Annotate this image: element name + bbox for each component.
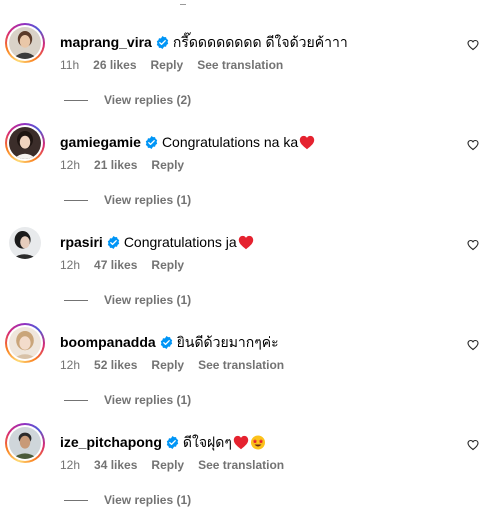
verified-badge-icon (166, 435, 179, 449)
avatar-image (9, 27, 41, 59)
comment-text: Congratulations na ka (161, 134, 299, 150)
avatar[interactable] (5, 23, 45, 63)
comment-time: 12h (60, 158, 81, 172)
like-heart-icon[interactable] (467, 239, 479, 251)
likes-count[interactable]: 47 likes (94, 258, 137, 272)
see-translation-link[interactable]: See translation (198, 358, 284, 372)
comment-item: boompanadda ยินดีด้วยมากๆค่ะ 12h 52 likes Re… (0, 305, 485, 407)
avatar-image (9, 127, 41, 159)
username-link[interactable]: maprang_vira (60, 33, 152, 51)
comment-time: 12h (60, 458, 81, 472)
reply-button[interactable]: Reply (151, 258, 184, 272)
username-link[interactable]: ize_pitchapong (60, 433, 162, 451)
comment-meta: 12h 47 likes Reply (60, 258, 198, 272)
likes-count[interactable]: 21 likes (94, 158, 137, 172)
avatar[interactable] (5, 423, 45, 463)
red-heart-emoji (299, 135, 315, 150)
view-replies-button[interactable]: View replies (1) (64, 493, 191, 507)
avatar-image (9, 427, 41, 459)
replies-divider (64, 399, 88, 401)
replies-divider (64, 99, 88, 101)
like-heart-icon[interactable] (467, 339, 479, 351)
comment-time: 11h (60, 58, 80, 72)
username-link[interactable]: rpasiri (60, 233, 103, 251)
comment-item: maprang_vira กรี๊ดดดดดดดด ดีใจด้วยค้าาา 11… (0, 5, 485, 107)
comment-text: ดีใจฝุดๆ (182, 434, 232, 450)
verified-badge-icon (107, 235, 120, 249)
replies-divider (64, 199, 88, 201)
comment-item: rpasiri Congratulations ja 12h 47 likes Repl… (0, 205, 485, 307)
avatar-image (9, 327, 41, 359)
reply-button[interactable]: Reply (151, 158, 184, 172)
comment-meta: 11h 26 likes Reply See translation (60, 58, 297, 72)
username-link[interactable]: boompanadda (60, 333, 156, 351)
avatar[interactable] (5, 323, 45, 363)
see-translation-link[interactable]: See translation (198, 458, 284, 472)
reply-button[interactable]: Reply (151, 58, 184, 72)
like-heart-icon[interactable] (467, 39, 479, 51)
comment-time: 12h (60, 258, 81, 272)
likes-count[interactable]: 26 likes (93, 58, 136, 72)
comment-time: 12h (60, 358, 81, 372)
like-heart-icon[interactable] (467, 439, 479, 451)
comment-body: gamiegamie Congratulations na ka (60, 133, 315, 151)
comment-body: rpasiri Congratulations ja (60, 233, 254, 251)
verified-badge-icon (145, 135, 158, 149)
avatar[interactable] (5, 223, 45, 263)
red-heart-emoji (238, 235, 254, 250)
view-replies-label: View replies (1) (104, 493, 192, 507)
comment-body: boompanadda ยินดีด้วยมากๆค่ะ (60, 333, 279, 351)
likes-count[interactable]: 34 likes (94, 458, 137, 472)
comment-text: ยินดีด้วยมากๆค่ะ (176, 334, 279, 350)
comment-meta: 12h 21 likes Reply (60, 158, 198, 172)
comment-body: maprang_vira กรี๊ดดดดดดดด ดีใจด้วยค้าาา (60, 33, 348, 51)
see-translation-link[interactable]: See translation (197, 58, 283, 72)
comment-item: ize_pitchapong ดีใจฝุดๆ 12h 34 likes Reply Se… (0, 405, 485, 507)
avatar[interactable] (5, 123, 45, 163)
comment-text: Congratulations ja (123, 234, 237, 250)
reply-button[interactable]: Reply (151, 358, 184, 372)
username-link[interactable]: gamiegamie (60, 133, 141, 151)
star-struck-face-emoji (250, 435, 266, 450)
comment-meta: 12h 52 likes Reply See translation (60, 358, 298, 372)
comment-meta: 12h 34 likes Reply See translation (60, 458, 298, 472)
replies-divider (64, 499, 88, 501)
reply-button[interactable]: Reply (151, 458, 184, 472)
replies-divider (64, 299, 88, 301)
red-heart-emoji (233, 435, 249, 450)
comment-body: ize_pitchapong ดีใจฝุดๆ (60, 433, 266, 451)
verified-badge-icon (156, 35, 169, 49)
like-heart-icon[interactable] (467, 139, 479, 151)
comment-item: gamiegamie Congratulations na ka 12h 21 lik… (0, 105, 485, 207)
likes-count[interactable]: 52 likes (94, 358, 137, 372)
verified-badge-icon (160, 335, 173, 349)
comment-text: กรี๊ดดดดดดดด ดีใจด้วยค้าาา (172, 34, 348, 50)
avatar-image (9, 227, 41, 259)
